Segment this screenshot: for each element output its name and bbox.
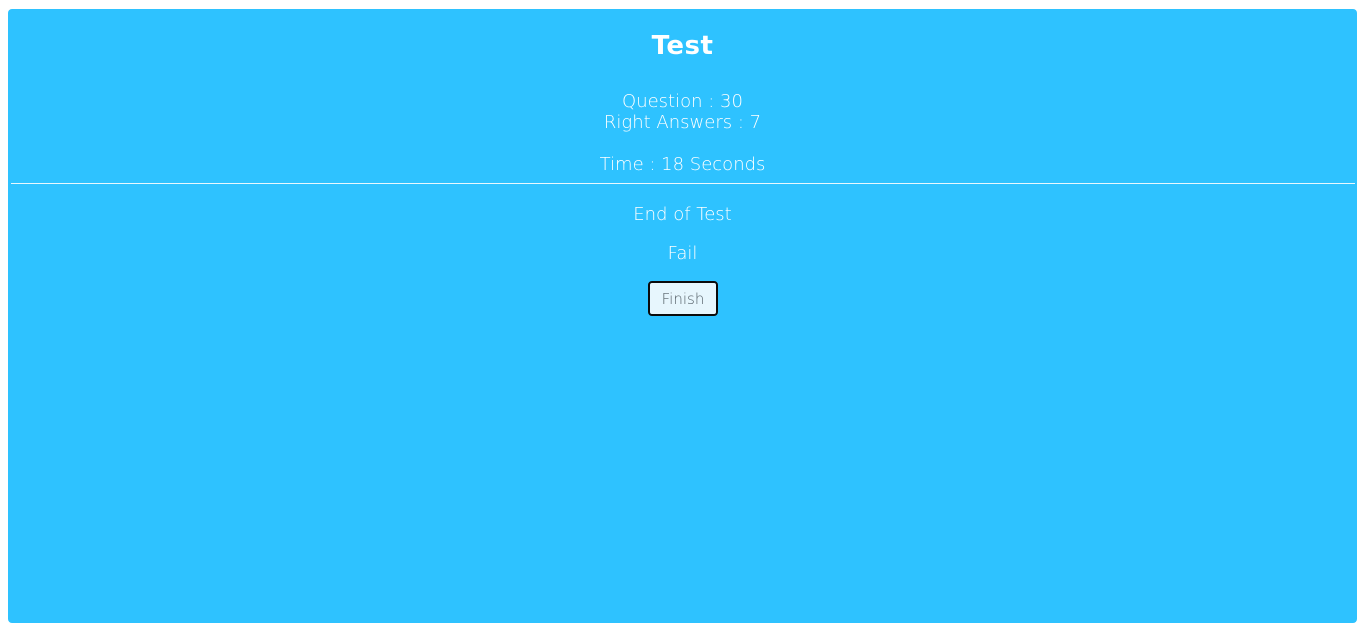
section-divider [11,183,1355,184]
right-answers-count: Right Answers : 7 [603,112,762,133]
end-of-test-message: End of Test [633,204,732,225]
page-title: Test [651,31,714,61]
question-count: Question : 30 [622,91,743,112]
test-result-panel: Test Question : 30 Right Answers : 7 Tim… [8,9,1357,623]
finish-button[interactable]: Finish [648,281,718,316]
elapsed-time: Time : 18 Seconds [599,154,766,175]
test-result-status: Fail [667,243,698,264]
